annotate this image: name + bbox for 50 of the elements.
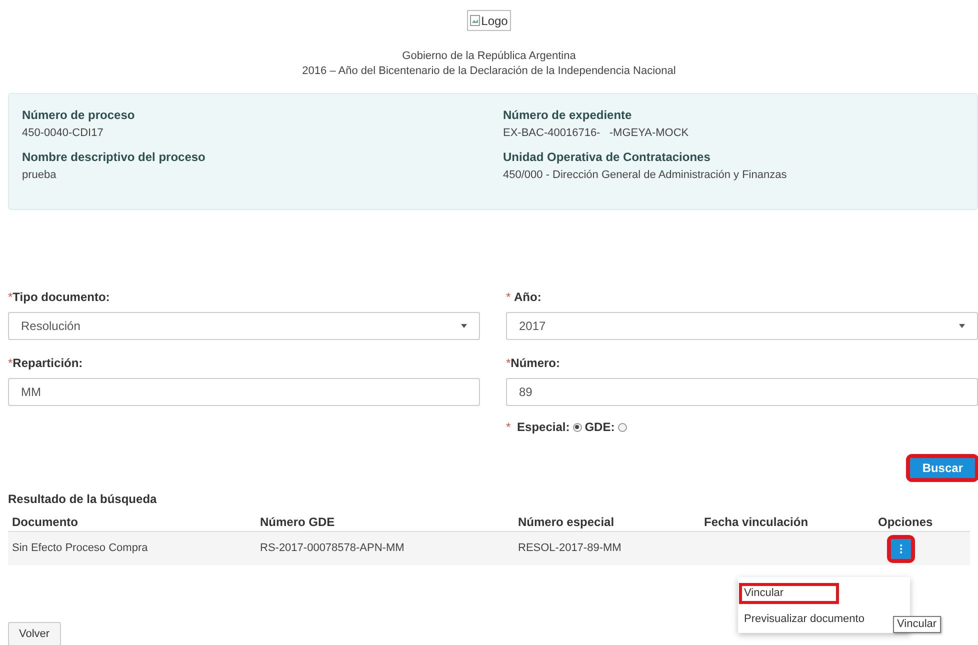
menu-item[interactable]: Vincular (742, 586, 836, 601)
header-line: Gobierno de la República Argentina (402, 49, 576, 64)
tooltip: Vincular (893, 616, 941, 633)
header-line: 2016 – Año del Bicentenario de la Declaración de la Independencia Nacional (302, 64, 676, 79)
radio-label: GDE: (584, 419, 615, 436)
field-label: Repartición: (12, 355, 83, 372)
radio-button[interactable] (618, 422, 627, 432)
info-value: EX-BAC-40016716- -MGEYA-MOCK (503, 126, 690, 141)
field-label: Tipo documento: (12, 289, 110, 306)
field-value: 2017 (519, 318, 546, 335)
info-label: Número de expediente (503, 107, 633, 124)
column-header: Número especial (517, 514, 616, 531)
radio-button[interactable] (572, 422, 582, 432)
field-value: 89 (519, 384, 532, 401)
back-button[interactable]: Volver (8, 622, 61, 645)
table-cell-text: RESOL-2017-89-MM (518, 541, 622, 556)
results-title: Resultado de la búsqueda (8, 491, 158, 507)
select-field[interactable]: 2017 (506, 312, 978, 340)
column-header: Opciones (877, 514, 934, 531)
input-field[interactable]: MM (8, 378, 480, 406)
field-value: MM (21, 384, 41, 401)
radio-label: Especial: (517, 419, 570, 436)
field-label: Año: (514, 289, 542, 306)
caret-icon (461, 324, 467, 328)
info-label: Unidad Operativa de Contrataciones (503, 149, 712, 166)
column-header: Número GDE (259, 514, 336, 531)
required-mark: * (506, 355, 511, 372)
column-header: Documento (11, 514, 79, 531)
required-mark: * (506, 289, 512, 306)
field-label: Número: (510, 355, 560, 372)
options-button[interactable]: ⁝ (891, 538, 911, 558)
search-button[interactable]: Buscar (910, 458, 975, 478)
required-mark: * (506, 419, 512, 436)
table-cell-text: RS-2017-00078578-APN-MM (260, 541, 404, 556)
select-field[interactable]: Resolución (8, 312, 480, 340)
broken-image-icon (470, 15, 480, 26)
required-mark: * (8, 355, 13, 372)
info-label: Nombre descriptivo del proceso (22, 149, 206, 166)
column-header: Fecha vinculación (703, 514, 810, 531)
info-label: Número de proceso (22, 107, 136, 124)
table-cell-text: Sin Efecto Proceso Compra (12, 541, 148, 556)
menu-item[interactable]: Previsualizar documento (742, 612, 866, 627)
input-field[interactable]: 89 (506, 378, 978, 406)
info-value: 450/000 - Dirección General de Administración y Finanzas (503, 168, 788, 183)
broken-logo-image: Logo (467, 10, 511, 31)
info-value: 450-0040-CDI17 (22, 126, 104, 141)
required-mark: * (8, 289, 13, 306)
field-value: Resolución (21, 318, 80, 335)
caret-icon (959, 324, 965, 328)
info-value: prueba (22, 168, 58, 183)
